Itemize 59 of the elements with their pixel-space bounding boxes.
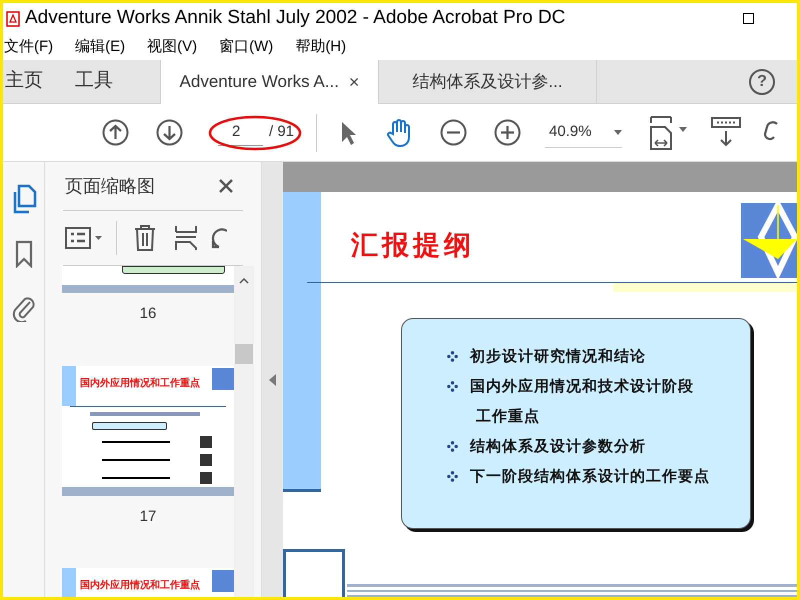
menu-item[interactable]: 帮助(H) [295,36,346,58]
page-thumbnail[interactable]: 国内外应用情况和工作重点 [62,568,234,597]
zoom-out-icon[interactable] [440,119,468,146]
menu-item[interactable]: 窗口(W) [219,36,274,58]
previous-page-icon[interactable] [102,119,129,146]
page-thumbnail[interactable]: 国内外应用情况和工作重点 [62,366,234,496]
diamond-bullet-icon [447,470,458,482]
outline-item: 下一阶段结构体系设计的工作要点 [470,466,710,487]
diamond-bullet-icon [447,350,458,362]
thumbnail-accent-bar [62,568,76,597]
slide-title: 汇报提纲 [351,229,475,263]
next-page-icon[interactable] [156,119,183,146]
close-tab-button[interactable]: × [348,68,360,96]
panel-title: 页面缩略图 [65,174,155,198]
text-block-drawing [200,436,212,448]
thumbnail-accent-bar [62,366,76,406]
outline-item: 初步设计研究情况和结论 [470,346,646,367]
close-icon[interactable] [218,178,234,194]
menu-item[interactable]: 编辑(E) [75,36,126,58]
document-tab[interactable]: Adventure Works A... × [160,60,378,104]
select-arrow-icon[interactable] [340,120,358,146]
trash-icon[interactable] [133,224,157,252]
menu-item[interactable]: 文件(F) [4,36,54,58]
outline-item: 结构体系及设计参数分析 [470,436,646,457]
fit-page-icon[interactable] [649,114,690,150]
scroll-up-icon[interactable] [239,278,249,284]
caret-icon [614,130,622,134]
scrollbar-thumb[interactable] [235,344,253,364]
page-number: 17 [140,506,156,526]
thumbnail-title: 国内外应用情况和工作重点 [80,376,200,390]
text-block-drawing [200,454,212,466]
zoom-in-icon[interactable] [494,119,522,146]
options-icon[interactable] [65,227,103,249]
help-button[interactable]: ? [749,68,775,94]
page-number-frame [283,549,345,597]
extract-pages-icon[interactable] [174,224,198,252]
diamond-bullet-icon [447,440,458,452]
nav-tab[interactable]: 工具 [75,67,113,96]
bookmark-icon[interactable] [14,240,32,268]
thumbnail-title: 国内外应用情况和工作重点 [80,578,200,593]
zoom-dropdown[interactable]: 40.9% [545,118,622,148]
outline-item: 国内外应用情况和技术设计阶段 [470,376,694,397]
page-count: / 91 [269,122,294,142]
nav-tab[interactable]: 主页 [5,67,43,96]
app-icon [6,10,20,26]
page-number-field[interactable]: 2 [218,120,263,146]
outline-item: 工作重点 [476,406,540,427]
window-title: Adventure Works Annik Stahl July 2002 - Adobe Acrobat Pro DC [25,6,566,30]
logo-icon [212,570,234,592]
scroll-mode-icon[interactable] [711,116,742,148]
maximize-icon[interactable] [743,13,754,24]
text-block-drawing [200,472,212,484]
diamond-bullet-icon [447,380,458,392]
page-thumbnail[interactable] [62,266,234,293]
scrollbar[interactable] [234,266,254,597]
page-number: 16 [140,304,156,324]
logo-icon [212,368,234,390]
collapse-arrow-icon[interactable] [269,374,276,386]
menu-item[interactable]: 视图(V) [147,36,198,58]
